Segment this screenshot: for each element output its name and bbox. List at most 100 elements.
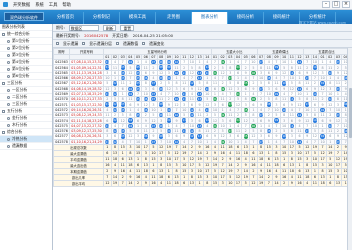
- tree-item[interactable]: 一区分析: [0, 87, 52, 94]
- tab-records[interactable]: 分析制记: [84, 12, 120, 24]
- tree-item[interactable]: 冷热分析: [0, 136, 52, 143]
- ball-marker: 01: [105, 65, 110, 70]
- show-layer-checkbox[interactable]: [82, 42, 86, 45]
- ball-marker: 02: [220, 113, 225, 118]
- ball-marker: 02: [328, 70, 333, 75]
- period-input[interactable]: 数据区: [68, 24, 99, 31]
- ball-marker: 03: [120, 107, 125, 112]
- vertical-scrollbar[interactable]: [347, 48, 352, 250]
- menu-help[interactable]: 帮助: [62, 2, 71, 8]
- stats-cell: 15: [210, 179, 220, 187]
- ball-marker: 11: [289, 70, 294, 75]
- tab-trend[interactable]: 走势图: [156, 12, 192, 24]
- tree-group[interactable]: 五行分析: [0, 108, 52, 115]
- missing-change-checkbox[interactable]: [142, 42, 146, 45]
- ball-marker: 08: [159, 113, 164, 118]
- tree-item[interactable]: 第4位分析: [0, 59, 52, 66]
- period-cell: 042574: [53, 117, 70, 124]
- ball-marker: 05: [243, 81, 248, 86]
- stats-cell: 8: [202, 179, 212, 187]
- stats-cell: 14: [272, 179, 281, 187]
- stats-cell: 4: [302, 179, 312, 187]
- period-cell: 042571: [53, 101, 70, 108]
- tab-tools[interactable]: 模块工具: [120, 12, 156, 24]
- tree-label: 金行分析: [12, 115, 28, 120]
- tab-home[interactable]: 分析首页: [48, 12, 84, 24]
- tree-label: 三区分析: [7, 80, 23, 85]
- period-cell: 042563: [53, 59, 70, 66]
- stats-cell: 7: [264, 179, 274, 187]
- stats-cell: 1: [195, 179, 204, 187]
- tree-group[interactable]: 统一综合分析: [0, 31, 52, 38]
- radio-icon: [7, 137, 10, 141]
- expand-icon: [2, 81, 5, 85]
- tree-item[interactable]: 金行分析: [0, 115, 52, 122]
- tab-chart-analysis[interactable]: 图表分析: [192, 12, 228, 24]
- radio-icon: [7, 144, 10, 148]
- tree-label: 第5位分析: [12, 66, 30, 71]
- close-button[interactable]: ×: [342, 1, 350, 8]
- stats-cell: 16: [149, 179, 158, 187]
- ball-marker: 02: [112, 107, 118, 112]
- ball-marker: 05: [135, 86, 141, 91]
- ball-marker: 04: [128, 60, 133, 65]
- ball-marker: 03: [335, 139, 341, 144]
- missing-value-checkbox[interactable]: [115, 42, 119, 45]
- numbers-cell: 01,03,15,17,22,30: [69, 101, 104, 108]
- ball-marker: 01: [105, 60, 110, 65]
- ball-marker: 02: [112, 118, 118, 123]
- ball-marker: 09: [274, 118, 279, 123]
- ball-marker: 13: [197, 134, 202, 139]
- stats-label: 欲出平均: [53, 179, 104, 187]
- radio-icon: [7, 53, 10, 57]
- numbers-cell: 09,14,16,20,26,31: [69, 106, 104, 114]
- ball-marker: 03: [228, 102, 233, 107]
- ball-marker: 01: [320, 134, 325, 139]
- ball-marker: 07: [151, 91, 156, 96]
- tree-label: 三区分析: [12, 101, 28, 106]
- tab-code-stats[interactable]: 接码统计: [264, 12, 300, 24]
- table-row[interactable]: 042566 08,09,17,20,27,33 10 1 03 7 05 06 4 08 09 1 4…: [53, 74, 350, 82]
- tree-item[interactable]: 第6位分析: [0, 73, 52, 80]
- maximize-button[interactable]: □: [332, 1, 340, 8]
- tree-item[interactable]: 第1位分析: [0, 38, 52, 45]
- tree-group[interactable]: 综合分析: [0, 129, 52, 136]
- reset-button[interactable]: 重置: [120, 24, 135, 31]
- tree-item[interactable]: 三区分析: [0, 101, 52, 108]
- tree-item[interactable]: 第5位分析: [0, 66, 52, 73]
- show-missing-checkbox[interactable]: [56, 42, 59, 45]
- numbers-cell: 02,07,13,18,25,29: [69, 90, 104, 98]
- ball-marker: 01: [105, 123, 110, 128]
- ball-marker: 08: [159, 60, 164, 65]
- tree-item[interactable]: 遗漏数据: [0, 143, 52, 150]
- ball-marker: 04: [128, 91, 133, 96]
- tree-item[interactable]: 第3位分析: [0, 52, 52, 59]
- menu-tools[interactable]: 工具: [49, 2, 58, 8]
- menu-data[interactable]: 开奖数据: [13, 2, 30, 8]
- radio-icon: [7, 74, 10, 78]
- tree-item[interactable]: 木行分析: [0, 122, 52, 129]
- minimize-button[interactable]: –: [322, 1, 330, 8]
- toolbar-row-2: 最新开奖期号: 2016042578 开奖日期: 2016-04-25 21:0…: [53, 32, 352, 40]
- tree-group[interactable]: 三区分析: [0, 80, 52, 87]
- ball-marker: 11: [182, 97, 187, 102]
- ball-marker: 09: [274, 65, 279, 70]
- ball-marker: 01: [212, 70, 218, 75]
- refresh-button[interactable]: 刷新: [102, 24, 117, 31]
- numbers-cell: 05,12,16,21,26,30: [69, 80, 104, 87]
- stats-cell: 5: [241, 179, 251, 187]
- ball-marker: 03: [120, 75, 125, 80]
- menu-system[interactable]: 系统: [35, 2, 44, 8]
- ball-marker: 03: [335, 113, 341, 118]
- ball-marker: 02: [220, 139, 225, 144]
- ball-marker: 02: [112, 128, 118, 133]
- tree-item[interactable]: 第2位分析: [0, 45, 52, 52]
- tree-item[interactable]: 二区分析: [0, 94, 52, 101]
- stats-cell: 9: [141, 179, 151, 187]
- stats-cell: 11: [164, 179, 174, 187]
- numbers-cell: 08,09,17,20,27,33: [69, 74, 104, 82]
- tab-code-analysis[interactable]: 接码分析: [228, 12, 264, 24]
- ball-marker: 08: [159, 134, 164, 139]
- scroll-thumb[interactable]: [348, 88, 352, 138]
- ball-marker: 14: [312, 91, 318, 96]
